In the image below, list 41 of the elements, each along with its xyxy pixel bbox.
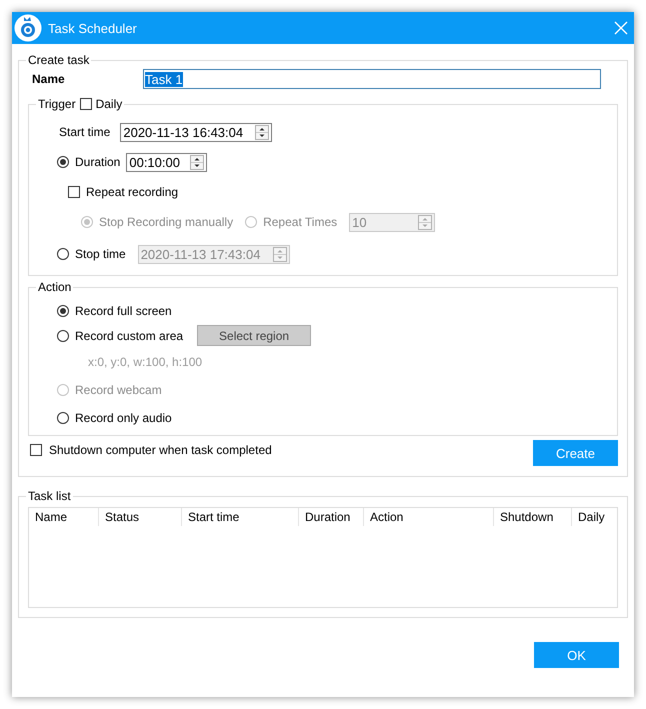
region-coordinates: x:0, y:0, w:100, h:100 — [88, 355, 202, 369]
radio-label: Record custom area — [75, 328, 184, 342]
section-title: Create task — [28, 53, 90, 67]
checkbox-label: Shutdown computer when task completed — [49, 443, 272, 457]
radio-button[interactable] — [57, 304, 69, 316]
column-header[interactable]: Name — [29, 508, 99, 526]
datetime-field[interactable]: 2020-11-13 16:43:04 — [120, 122, 272, 142]
spinner-icon[interactable] — [255, 124, 270, 140]
select-region-button[interactable]: Select region — [197, 325, 312, 346]
column-header[interactable]: Action — [364, 508, 494, 526]
radio-label: Record webcam — [75, 383, 162, 397]
spinner-icon[interactable] — [190, 154, 204, 170]
column-header[interactable]: Duration — [299, 508, 364, 526]
radio-label: Stop time — [75, 247, 126, 261]
duration-field[interactable]: 00:10:00 — [126, 152, 208, 172]
radio-button[interactable] — [57, 412, 69, 424]
section-title: Trigger — [38, 97, 76, 111]
camera-logo-icon — [14, 14, 42, 42]
window-title: Task Scheduler — [48, 20, 138, 36]
radio-button[interactable] — [57, 330, 69, 342]
field-label: Name — [32, 72, 66, 86]
radio-label: Stop Recording manually — [99, 215, 234, 229]
section-title: Action — [38, 280, 72, 294]
radio-label: Record full screen — [75, 304, 172, 318]
column-header[interactable]: Shutdown — [494, 508, 572, 526]
column-header[interactable]: Daily — [572, 508, 617, 526]
field-label: Start time — [59, 125, 110, 139]
checkbox[interactable] — [80, 98, 92, 110]
radio-label: Repeat Times — [263, 215, 338, 229]
name-field[interactable]: Task 1 — [143, 69, 601, 89]
radio-label: Duration — [75, 155, 120, 169]
checkbox-label: Repeat recording — [86, 185, 178, 199]
column-header[interactable]: Status — [99, 508, 182, 526]
checkbox-label: Daily — [96, 97, 122, 111]
section-title: Task list — [28, 489, 71, 503]
column-header[interactable]: Start time — [182, 508, 299, 526]
radio-button[interactable] — [57, 156, 69, 168]
radio-label: Record only audio — [75, 410, 172, 424]
checkbox[interactable] — [68, 186, 80, 198]
close-icon[interactable] — [614, 21, 628, 35]
checkbox[interactable] — [30, 444, 42, 456]
